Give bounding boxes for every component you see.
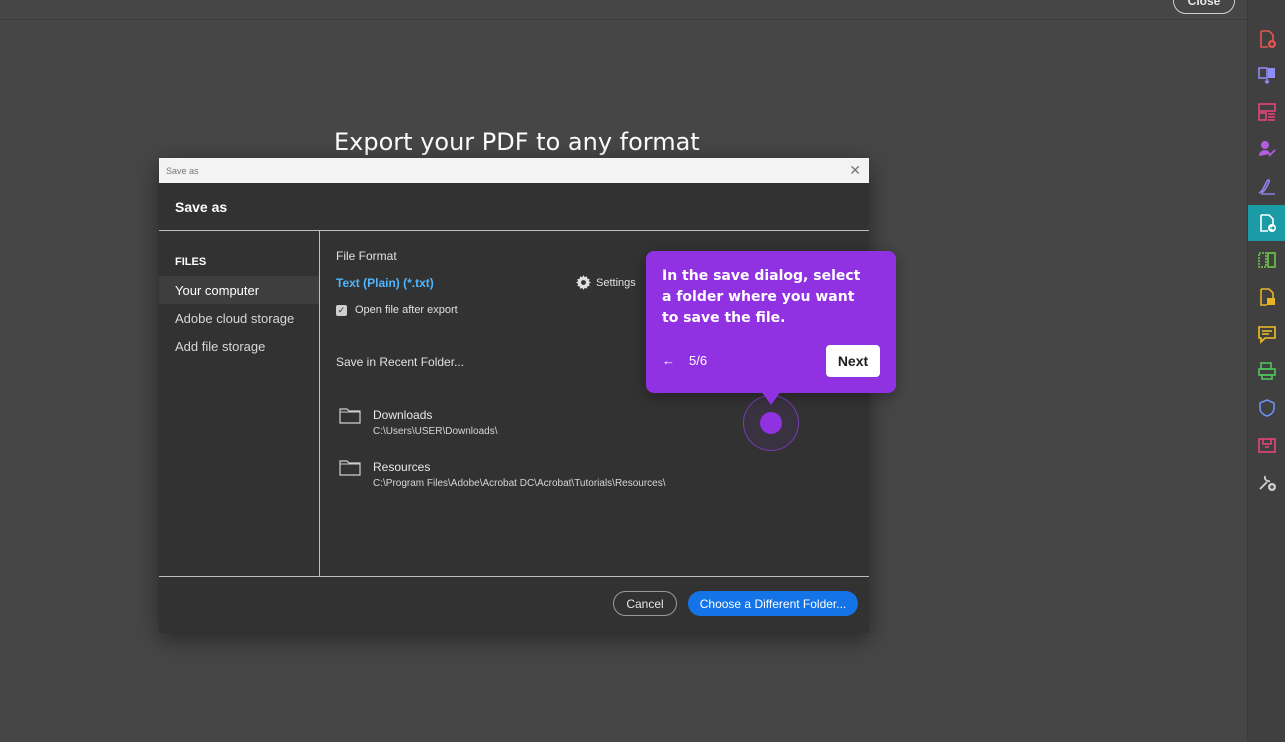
file-format-label: File Format — [336, 249, 397, 263]
storage-locations-panel: FILES Your computer Adobe cloud storage … — [159, 231, 320, 576]
tooltip-text: In the save dialog, select a folder wher… — [662, 268, 861, 326]
request-signatures-icon — [1259, 141, 1276, 157]
edit-pdf-tool[interactable] — [1248, 242, 1285, 278]
scan-ocr-icon — [1258, 362, 1276, 380]
next-button[interactable]: Next — [826, 345, 880, 377]
recent-folder-resources[interactable]: Resources C:\Program Files\Adobe\Acrobat… — [339, 458, 789, 492]
compress-pdf-tool[interactable] — [1248, 427, 1285, 463]
protect-tool[interactable] — [1248, 390, 1285, 426]
combine-files-tool[interactable] — [1248, 57, 1285, 93]
folder-icon — [339, 408, 361, 424]
tutorial-hotspot[interactable] — [760, 412, 782, 434]
request-signatures-tool[interactable] — [1248, 131, 1285, 167]
location-add-file-storage[interactable]: Add file storage — [159, 332, 319, 360]
fill-sign-tool[interactable] — [1248, 168, 1285, 204]
page-headline: Export your PDF to any format — [334, 128, 700, 156]
dialog-footer: Cancel Choose a Different Folder... — [159, 576, 869, 633]
send-for-review-tool[interactable] — [1248, 279, 1285, 315]
more-tools-tool[interactable] — [1248, 464, 1285, 500]
comment-icon — [1258, 326, 1276, 344]
folder-name: Downloads — [373, 408, 433, 422]
tutorial-tooltip: In the save dialog, select a folder wher… — [646, 251, 896, 405]
gear-icon — [576, 275, 591, 290]
edit-pdf-icon — [1258, 252, 1276, 268]
recent-folder-downloads[interactable]: Downloads C:\Users\USER\Downloads\ — [339, 406, 789, 440]
choose-different-folder-button[interactable]: Choose a Different Folder... — [688, 591, 858, 616]
settings-button[interactable]: Settings — [576, 275, 636, 290]
dialog-header: Save as — [159, 183, 869, 231]
open-after-export-option[interactable]: ✓ Open file after export — [336, 304, 458, 316]
more-tools-icon — [1259, 475, 1276, 491]
protect-icon — [1259, 399, 1275, 417]
create-pdf-tool[interactable] — [1248, 21, 1285, 57]
settings-label: Settings — [596, 276, 636, 289]
comment-tool[interactable] — [1248, 316, 1285, 352]
right-tool-sidebar — [1247, 0, 1285, 742]
top-bar: Close — [0, 0, 1247, 20]
open-after-export-label: Open file after export — [355, 304, 458, 316]
cancel-button[interactable]: Cancel — [613, 591, 677, 616]
open-after-export-checkbox[interactable]: ✓ — [336, 304, 347, 316]
file-format-value[interactable]: Text (Plain) (*.txt) — [336, 276, 434, 290]
combine-files-icon — [1258, 67, 1275, 85]
folder-icon — [339, 460, 361, 476]
location-your-computer[interactable]: Your computer — [159, 276, 319, 304]
fill-sign-icon — [1258, 179, 1275, 195]
tooltip-nav: ← 5/6 — [662, 353, 707, 368]
close-button[interactable]: Close — [1173, 0, 1235, 14]
recent-folder-label: Save in Recent Folder... — [336, 355, 465, 369]
tooltip-pointer — [761, 391, 781, 405]
export-pdf-icon — [1260, 214, 1276, 232]
dialog-titlebar: Save as ✕ — [159, 158, 869, 183]
folder-path: C:\Program Files\Adobe\Acrobat DC\Acroba… — [373, 478, 666, 489]
send-for-review-icon — [1260, 288, 1275, 306]
back-arrow-icon[interactable]: ← — [662, 353, 675, 368]
files-heading: FILES — [175, 256, 207, 268]
organize-pages-tool[interactable] — [1248, 94, 1285, 130]
step-counter: 5/6 — [689, 353, 708, 368]
dialog-window-title: Save as — [166, 165, 199, 176]
create-pdf-icon — [1260, 30, 1276, 48]
close-icon[interactable]: ✕ — [849, 162, 861, 179]
folder-path: C:\Users\USER\Downloads\ — [373, 426, 498, 437]
organize-pages-icon — [1258, 103, 1276, 121]
folder-name: Resources — [373, 460, 431, 474]
location-adobe-cloud-storage[interactable]: Adobe cloud storage — [159, 304, 319, 332]
export-pdf-tool[interactable] — [1248, 205, 1285, 241]
scan-ocr-tool[interactable] — [1248, 353, 1285, 389]
compress-pdf-icon — [1258, 438, 1276, 453]
